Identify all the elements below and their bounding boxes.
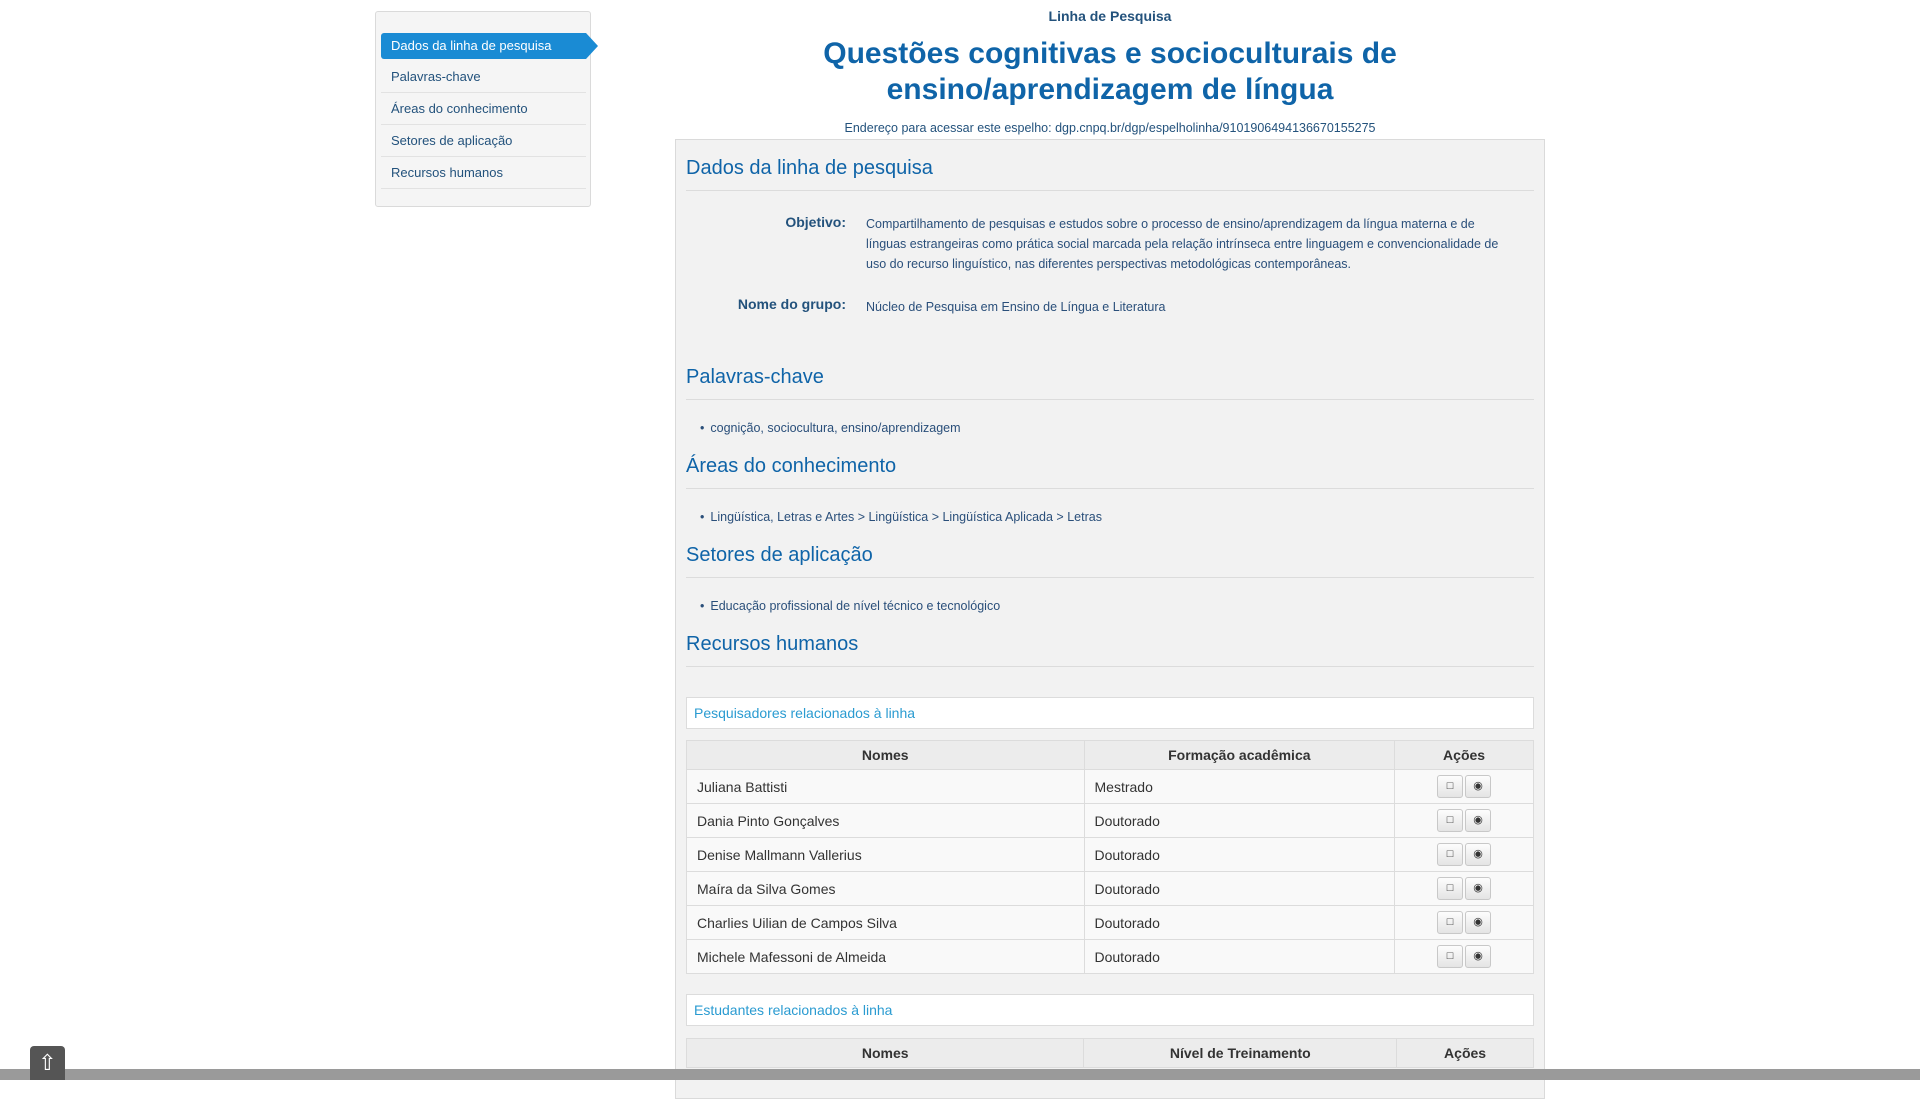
objetivo-label: Objetivo: [785, 214, 846, 230]
document-icon[interactable]: □ [1437, 809, 1464, 832]
col-header-acoes: Ações [1394, 740, 1534, 770]
table-row: Maíra da Silva Gomes Doutorado □ ◉ [686, 871, 1534, 906]
list-item: Lingüística, Letras e Artes > Lingüístic… [700, 510, 1102, 524]
sidebar-item-recursos[interactable]: Recursos humanos [381, 157, 586, 189]
address-label: Endereço para acessar este espelho: [844, 121, 1052, 135]
cell-nome: Denise Mallmann Vallerius [686, 837, 1085, 872]
eye-icon[interactable]: ◉ [1465, 877, 1492, 900]
cell-formacao: Doutorado [1083, 905, 1396, 940]
eye-icon[interactable]: ◉ [1465, 945, 1492, 968]
cell-formacao: Doutorado [1083, 803, 1396, 838]
grupo-value: Núcleo de Pesquisa em Ensino de Língua e… [866, 300, 1166, 314]
eye-icon[interactable]: ◉ [1465, 911, 1492, 934]
objetivo-value: Compartilhamento de pesquisas e estudos … [866, 217, 1499, 271]
estudantes-heading: Estudantes relacionados à linha [686, 994, 1534, 1026]
page-title: Questões cognitivas e socioculturais de … [823, 37, 1397, 106]
grupo-label: Nome do grupo: [737, 296, 846, 312]
section-title-palavras: Palavras-chave [686, 366, 1534, 400]
eye-icon[interactable]: ◉ [1465, 775, 1492, 798]
document-icon[interactable]: □ [1437, 911, 1464, 934]
cell-formacao: Mestrado [1083, 769, 1396, 804]
estudantes-table: Nomes Nível de Treinamento Ações [685, 1038, 1534, 1068]
col-header-formacao: Formação acadêmica [1083, 740, 1396, 770]
col-header-acoes: Ações [1396, 1038, 1534, 1068]
col-header-nomes: Nomes [686, 740, 1085, 770]
table-row: Michele Mafessoni de Almeida Doutorado □… [686, 939, 1534, 974]
cell-nome: Michele Mafessoni de Almeida [686, 939, 1085, 974]
arrow-up-icon[interactable]: ⇧ [30, 1046, 65, 1080]
cell-nome: Charlies Uilian de Campos Silva [686, 905, 1085, 940]
cell-acoes: □ ◉ [1394, 837, 1534, 872]
bottom-bar [0, 1069, 1920, 1080]
mirror-address: Endereço para acessar este espelho: dgp.… [675, 121, 1545, 135]
document-icon[interactable]: □ [1437, 877, 1464, 900]
cell-acoes: □ ◉ [1394, 905, 1534, 940]
table-row: Juliana Battisti Mestrado □ ◉ [686, 769, 1534, 804]
section-title-recursos: Recursos humanos [686, 633, 1534, 667]
cell-nome: Dania Pinto Gonçalves [686, 803, 1085, 838]
section-title-dados: Dados da linha de pesquisa [686, 157, 1534, 191]
page-kicker: Linha de Pesquisa [1048, 8, 1172, 24]
sidebar-item-palavras-chave[interactable]: Palavras-chave [381, 61, 586, 93]
cell-acoes: □ ◉ [1394, 769, 1534, 804]
eye-icon[interactable]: ◉ [1465, 843, 1492, 866]
section-title-areas: Áreas do conhecimento [686, 455, 1534, 489]
pesquisadores-table: Nomes Formação acadêmica Ações Juliana B… [686, 740, 1534, 974]
cell-acoes: □ ◉ [1394, 803, 1534, 838]
eye-icon[interactable]: ◉ [1465, 809, 1492, 832]
section-title-setores: Setores de aplicação [686, 544, 1534, 578]
document-icon[interactable]: □ [1437, 945, 1464, 968]
sidebar-item-areas[interactable]: Áreas do conhecimento [381, 93, 586, 125]
list-item: cognição, sociocultura, ensino/aprendiza… [700, 421, 960, 435]
pesquisadores-heading: Pesquisadores relacionados à linha [686, 697, 1534, 729]
table-row: Denise Mallmann Vallerius Doutorado □ ◉ [686, 837, 1534, 872]
list-item: Educação profissional de nível técnico e… [700, 599, 1000, 613]
cell-formacao: Doutorado [1083, 939, 1396, 974]
sidebar-item-setores[interactable]: Setores de aplicação [381, 125, 586, 157]
document-icon[interactable]: □ [1437, 843, 1464, 866]
address-url[interactable]: dgp.cnpq.br/dgp/espelholinha/91019064941… [1055, 121, 1375, 135]
col-header-nomes: Nomes [685, 1038, 1085, 1068]
table-row: Charlies Uilian de Campos Silva Doutorad… [686, 905, 1534, 940]
cell-nome: Juliana Battisti [686, 769, 1085, 804]
sidebar-item-dados[interactable]: Dados da linha de pesquisa [381, 33, 598, 59]
cell-acoes: □ ◉ [1394, 871, 1534, 906]
sidebar-nav: Dados da linha de pesquisa Palavras-chav… [375, 11, 598, 207]
cell-acoes: □ ◉ [1394, 939, 1534, 974]
cell-formacao: Doutorado [1083, 871, 1396, 906]
col-header-nivel: Nível de Treinamento [1083, 1038, 1398, 1068]
table-row: Dania Pinto Gonçalves Doutorado □ ◉ [686, 803, 1534, 838]
cell-nome: Maíra da Silva Gomes [686, 871, 1085, 906]
document-icon[interactable]: □ [1437, 775, 1464, 798]
cell-formacao: Doutorado [1083, 837, 1396, 872]
